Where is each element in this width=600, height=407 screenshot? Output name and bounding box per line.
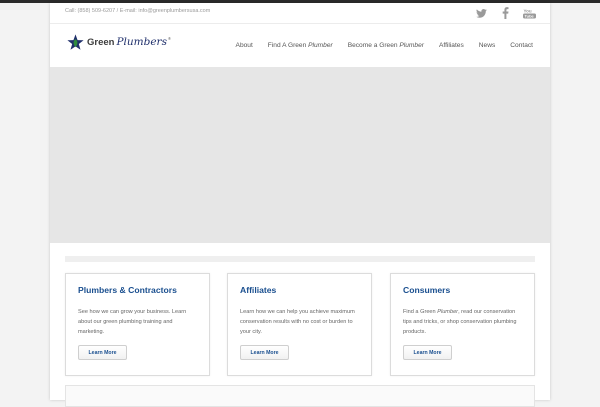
site-logo[interactable]: Green Plumbers ® xyxy=(67,32,171,52)
card-title: Consumers xyxy=(403,285,451,295)
logo-word-plumbers: Plumbers xyxy=(116,36,167,48)
logo-registered-mark: ® xyxy=(167,35,171,41)
card-plumbers-contractors: Plumbers & Contractors See how we can gr… xyxy=(65,273,210,376)
twitter-icon[interactable] xyxy=(474,7,488,19)
youtube-icon[interactable]: You Tube xyxy=(522,7,536,19)
nav-find-a-green-plumber[interactable]: Find A Green Plumber xyxy=(268,42,333,49)
star-logo-icon xyxy=(67,33,84,50)
nav-news[interactable]: News xyxy=(479,42,496,49)
nav-become-em: Plumber xyxy=(399,42,424,49)
social-links: You Tube xyxy=(474,6,536,20)
contact-info: Call: (858) 509-6207 / E-mail: info@gree… xyxy=(65,8,211,14)
card-body: See how we can grow your business. Learn… xyxy=(78,309,187,335)
section-divider xyxy=(65,256,535,262)
logo-word-green: Green xyxy=(87,36,115,48)
top-bar: Call: (858) 509-6207 / E-mail: info@gree… xyxy=(50,3,550,24)
hero-banner xyxy=(50,67,550,243)
svg-text:Tube: Tube xyxy=(524,13,534,18)
learn-more-button[interactable]: Learn More xyxy=(78,345,127,360)
card-title: Affiliates xyxy=(240,285,277,295)
card-body: Find a Green Plumber, read our conservat… xyxy=(403,307,525,337)
nav-affiliates[interactable]: Affiliates xyxy=(439,42,464,49)
bottom-content-panel xyxy=(65,385,535,407)
card-body: Learn how we can help you achieve maximu… xyxy=(240,309,355,335)
card-body-em: Plumber xyxy=(437,309,459,315)
facebook-icon[interactable] xyxy=(498,7,512,19)
card-body-prefix: Find a Green xyxy=(403,309,436,315)
card-affiliates: Affiliates Learn how we can help you ach… xyxy=(227,273,372,376)
site-header: Green Plumbers ® About Find A Green Plum… xyxy=(50,24,550,68)
nav-about[interactable]: About xyxy=(236,42,253,49)
learn-more-button[interactable]: Learn More xyxy=(240,345,289,360)
svg-text:You: You xyxy=(523,8,531,13)
learn-more-button[interactable]: Learn More xyxy=(403,345,452,360)
card-title: Plumbers & Contractors xyxy=(78,285,177,295)
page-container: Call: (858) 509-6207 / E-mail: info@gree… xyxy=(50,3,550,407)
card-consumers: Consumers Find a Green Plumber, read our… xyxy=(390,273,535,376)
nav-find-em: Plumber xyxy=(308,42,333,49)
nav-become-prefix: Become a Green xyxy=(347,42,398,49)
nav-find-prefix: Find A Green xyxy=(267,42,307,49)
nav-become-a-green-plumber[interactable]: Become a Green Plumber xyxy=(348,42,424,49)
main-nav: About Find A Green Plumber Become a Gree… xyxy=(221,42,533,49)
nav-contact[interactable]: Contact xyxy=(510,42,533,49)
